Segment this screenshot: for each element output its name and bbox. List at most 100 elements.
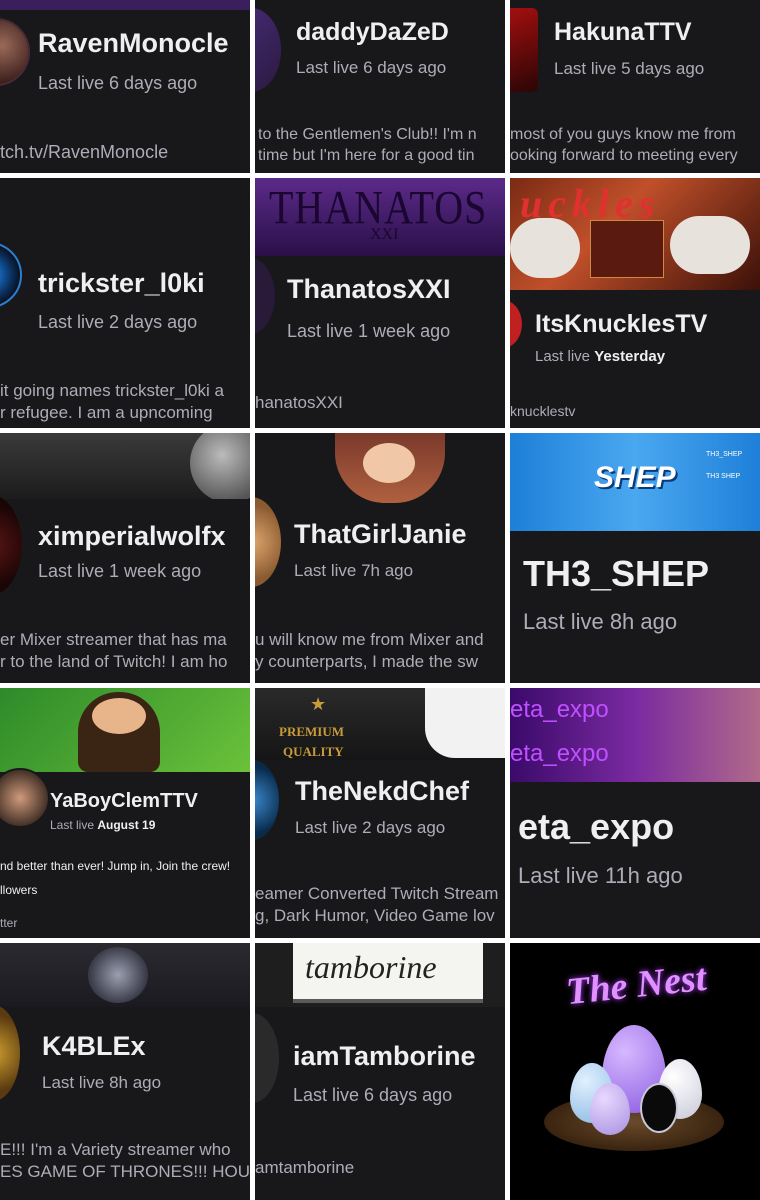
streamer-card[interactable]: K4BLEx Last live 8h ago E!!! I'm a Varie… <box>0 943 250 1200</box>
streamer-card[interactable]: THANATOS XXI ThanatosXXI Last live 1 wee… <box>255 178 505 428</box>
avatar[interactable] <box>255 8 281 92</box>
streamer-card[interactable]: eta_expo eta_expo eta_expo Last live 11h… <box>510 688 760 938</box>
banner-emblem <box>88 947 148 1003</box>
channel-name[interactable]: ItsKnucklesTV <box>535 310 707 339</box>
last-live-status: Last live 8h ago <box>523 609 678 634</box>
streamer-card[interactable]: HakunaTTV Last live 5 days ago most of y… <box>510 0 760 173</box>
last-live-status: Last live 1 week ago <box>38 561 202 581</box>
channel-description-line: r refugee. I am a upncoming <box>0 403 213 422</box>
channel-name[interactable]: eta_expo <box>518 806 674 848</box>
channel-link[interactable]: amtamborine <box>255 1158 354 1178</box>
channel-name[interactable]: RavenMonocle <box>38 28 229 59</box>
channel-description-line: ES GAME OF THRONES!!! HOU <box>0 1162 250 1181</box>
banner-character-face <box>92 698 146 734</box>
channel-description-line: most of you guys know me from <box>510 126 736 143</box>
channel-description-line: ooking forward to meeting every <box>510 147 738 164</box>
last-live-prefix: Last live <box>535 348 595 365</box>
banner-star-icon: ★ <box>310 694 327 714</box>
channel-name[interactable]: TheNekdChef <box>295 776 469 807</box>
banner-handle: TH3 SHEP <box>706 473 741 480</box>
avatar[interactable] <box>0 495 22 595</box>
last-live-date: Yesterday <box>594 348 666 365</box>
avatar[interactable] <box>0 768 50 828</box>
card-banner: ★ PREMIUM QUALITY <box>255 688 505 760</box>
avatar[interactable] <box>255 760 279 840</box>
card-banner <box>0 943 250 1007</box>
channel-description-line: eamer Converted Twitch Stream <box>255 884 499 903</box>
channel-name[interactable]: ThatGirlJanie <box>294 519 467 550</box>
banner-sign: tamborine <box>293 943 483 1003</box>
streamer-grid: RavenMonocle Last live 6 days ago tch.tv… <box>0 0 760 1200</box>
last-live-status: Last live 5 days ago <box>554 59 705 78</box>
card-banner <box>0 433 250 499</box>
banner-moon <box>190 433 250 499</box>
last-live-status: Last live 6 days ago <box>38 73 198 93</box>
card-banner <box>0 688 250 772</box>
banner-title: SHEP <box>594 461 676 494</box>
streamer-card[interactable]: trickster_l0ki Last live 2 days ago it g… <box>0 178 250 428</box>
streamer-card[interactable]: RavenMonocle Last live 6 days ago tch.tv… <box>0 0 250 173</box>
streamer-card[interactable]: YaBoyClemTTV Last live August 19 nd bett… <box>0 688 250 938</box>
channel-name[interactable]: K4BLEx <box>42 1031 146 1062</box>
channel-description-line: it going names trickster_l0ki a <box>0 381 224 400</box>
channel-name[interactable]: HakunaTTV <box>554 18 692 47</box>
channel-link[interactable]: knucklestv <box>510 403 575 419</box>
avatar[interactable] <box>510 300 522 348</box>
banner-label: QUALITY <box>283 744 344 759</box>
banner-label: PREMIUM <box>279 724 344 739</box>
last-live-date: August 19 <box>97 818 156 832</box>
the-nest-logo: The Nest <box>564 956 709 1014</box>
channel-name[interactable]: YaBoyClemTTV <box>50 790 198 813</box>
avatar[interactable] <box>255 497 281 587</box>
banner-chef <box>425 688 505 758</box>
last-live-status: Last live 2 days ago <box>38 312 198 332</box>
channel-description-line: E!!! I'm a Variety streamer who <box>0 1140 231 1159</box>
avatar[interactable] <box>0 18 30 86</box>
banner-label: eta_expo <box>510 696 609 723</box>
streamer-card[interactable]: ximperialwolfx Last live 1 week ago er M… <box>0 433 250 683</box>
channel-description-line: er Mixer streamer that has ma <box>0 630 227 649</box>
channel-name[interactable]: ThanatosXXI <box>287 274 451 305</box>
channel-description-line: nd better than ever! Jump in, Join the c… <box>0 859 231 873</box>
streamer-card[interactable]: SHEP TH3_SHEP TH3 SHEP TH3_SHEP Last liv… <box>510 433 760 683</box>
channel-name[interactable]: daddyDaZeD <box>296 18 449 47</box>
last-live-status: Last live 8h ago <box>42 1073 162 1092</box>
channel-name[interactable]: trickster_l0ki <box>38 268 205 299</box>
channel-link[interactable]: tch.tv/RavenMonocle <box>0 142 168 163</box>
egg-icon <box>640 1083 678 1133</box>
banner-glove-right <box>670 216 750 274</box>
banner-character-face <box>363 443 415 483</box>
channel-link[interactable]: hanatosXXI <box>255 393 343 413</box>
banner-handle: TH3_SHEP <box>706 451 743 458</box>
channel-name[interactable]: ximperialwolfx <box>38 521 226 552</box>
streamer-card[interactable]: ThatGirlJanie Last live 7h ago u will kn… <box>255 433 505 683</box>
last-live-status: Last live 1 week ago <box>287 321 451 341</box>
avatar[interactable] <box>0 242 22 308</box>
channel-name[interactable]: iamTamborine <box>293 1041 476 1072</box>
channel-name[interactable]: TH3_SHEP <box>523 553 709 595</box>
last-live-status: Last live 11h ago <box>518 863 683 888</box>
streamer-card[interactable]: ★ PREMIUM QUALITY TheNekdChef Last live … <box>255 688 505 938</box>
channel-description-line: to the Gentlemen's Club!! I'm n <box>258 126 477 143</box>
follower-count: llowers <box>0 883 38 897</box>
channel-link[interactable]: tter <box>0 916 17 930</box>
streamer-card[interactable]: uckles ItsKnucklesTV Last live Yesterday… <box>510 178 760 428</box>
banner-title: tamborine <box>305 949 437 985</box>
avatar[interactable] <box>510 8 538 92</box>
avatar[interactable] <box>0 1005 20 1101</box>
card-banner: THANATOS XXI <box>255 178 505 256</box>
banner-subtitle: XXI <box>370 226 399 243</box>
last-live-status: Last live 6 days ago <box>296 58 447 77</box>
banner-glove-left <box>510 218 580 278</box>
last-live-status: Last live August 19 <box>50 818 155 832</box>
avatar[interactable] <box>255 1013 279 1103</box>
card-banner: uckles <box>510 178 760 290</box>
last-live-prefix: Last live <box>50 818 98 832</box>
avatar[interactable] <box>255 254 277 338</box>
card-banner: tamborine <box>255 943 505 1007</box>
streamer-card[interactable]: tamborine iamTamborine Last live 6 days … <box>255 943 505 1200</box>
streamer-card[interactable]: daddyDaZeD Last live 6 days ago to the G… <box>255 0 505 173</box>
channel-description-line: y counterparts, I made the sw <box>255 652 478 671</box>
last-live-status: Last live 7h ago <box>294 561 414 580</box>
streamer-card[interactable]: The Nest <box>510 943 760 1200</box>
